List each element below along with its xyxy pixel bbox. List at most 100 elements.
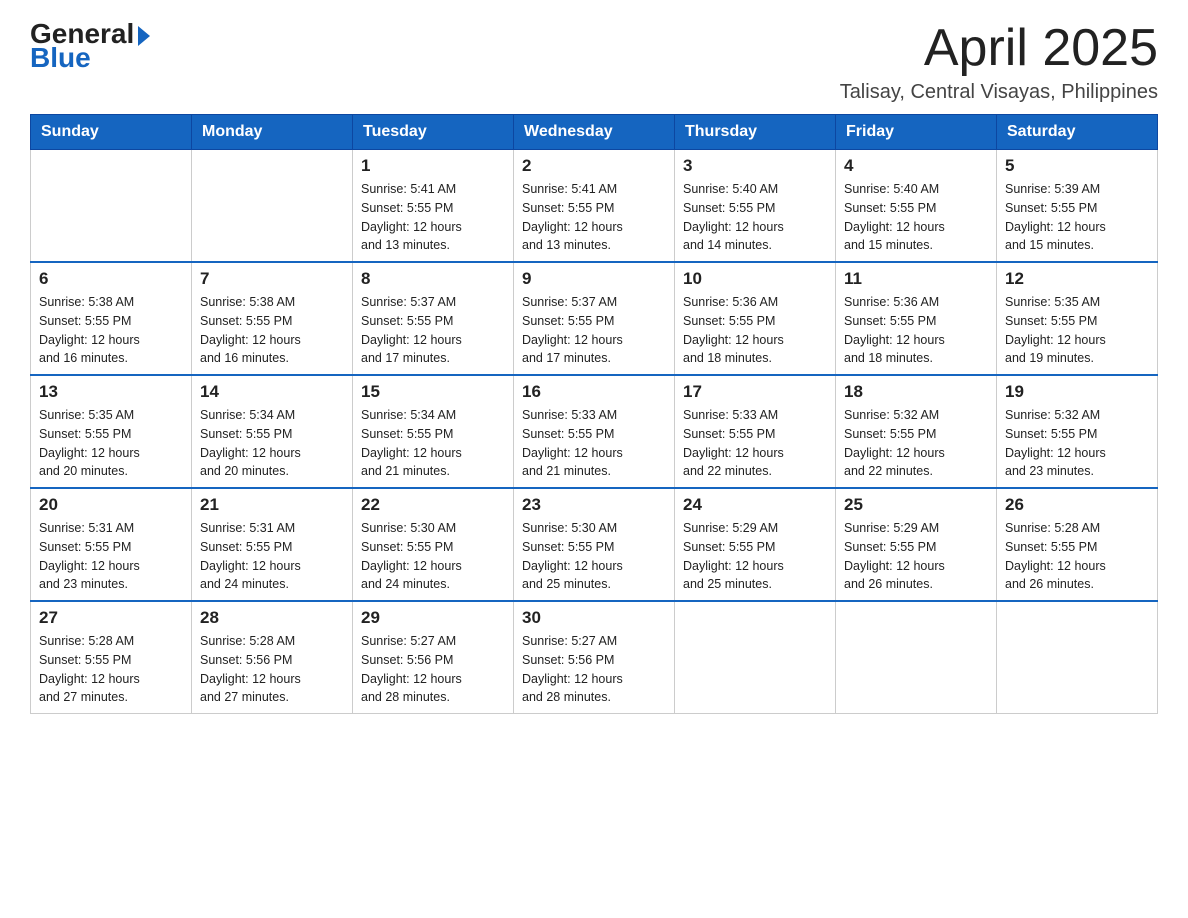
day-info-13: Sunrise: 5:35 AM Sunset: 5:55 PM Dayligh… — [39, 406, 183, 481]
cell-week3-day7: 19 Sunrise: 5:32 AM Sunset: 5:55 PM Dayli… — [997, 375, 1158, 488]
day-info-12: Sunrise: 5:35 AM Sunset: 5:55 PM Dayligh… — [1005, 293, 1149, 368]
cell-week3-day4: 16 Sunrise: 5:33 AM Sunset: 5:55 PM Dayli… — [514, 375, 675, 488]
cell-week4-day3: 22 Sunrise: 5:30 AM Sunset: 5:55 PM Dayli… — [353, 488, 514, 601]
cell-week3-day6: 18 Sunrise: 5:32 AM Sunset: 5:55 PM Dayli… — [836, 375, 997, 488]
day-info-20: Sunrise: 5:31 AM Sunset: 5:55 PM Dayligh… — [39, 519, 183, 594]
header-sunday: Sunday — [31, 115, 192, 150]
cell-week1-day7: 5 Sunrise: 5:39 AM Sunset: 5:55 PM Daylig… — [997, 150, 1158, 263]
day-number-25: 25 — [844, 495, 988, 515]
cell-week1-day3: 1 Sunrise: 5:41 AM Sunset: 5:55 PM Daylig… — [353, 150, 514, 263]
day-info-8: Sunrise: 5:37 AM Sunset: 5:55 PM Dayligh… — [361, 293, 505, 368]
day-info-25: Sunrise: 5:29 AM Sunset: 5:55 PM Dayligh… — [844, 519, 988, 594]
logo: General Blue — [30, 20, 150, 72]
cell-week4-day6: 25 Sunrise: 5:29 AM Sunset: 5:55 PM Dayli… — [836, 488, 997, 601]
day-number-16: 16 — [522, 382, 666, 402]
header-thursday: Thursday — [675, 115, 836, 150]
week-row-3: 13Sunrise: 5:35 AM Sunset: 5:55 PM Dayli… — [31, 375, 1158, 488]
cell-week3-day2: 14 Sunrise: 5:34 AM Sunset: 5:55 PM Dayli… — [192, 375, 353, 488]
main-title: April 2025 — [840, 20, 1158, 77]
day-number-17: 17 — [683, 382, 827, 402]
day-info-1: Sunrise: 5:41 AM Sunset: 5:55 PM Dayligh… — [361, 180, 505, 255]
day-info-2: Sunrise: 5:41 AM Sunset: 5:55 PM Dayligh… — [522, 180, 666, 255]
day-number-9: 9 — [522, 269, 666, 289]
day-number-12: 12 — [1005, 269, 1149, 289]
cell-week1-day2 — [192, 150, 353, 263]
header-friday: Friday — [836, 115, 997, 150]
cell-week2-day7: 12 Sunrise: 5:35 AM Sunset: 5:55 PM Dayli… — [997, 262, 1158, 375]
day-info-27: Sunrise: 5:28 AM Sunset: 5:55 PM Dayligh… — [39, 632, 183, 707]
week-row-1: 1 Sunrise: 5:41 AM Sunset: 5:55 PM Daylig… — [31, 150, 1158, 263]
day-number-6: 6 — [39, 269, 183, 289]
day-number-2: 2 — [522, 156, 666, 176]
day-number-4: 4 — [844, 156, 988, 176]
day-info-14: Sunrise: 5:34 AM Sunset: 5:55 PM Dayligh… — [200, 406, 344, 481]
cell-week5-day4: 30 Sunrise: 5:27 AM Sunset: 5:56 PM Dayli… — [514, 601, 675, 714]
cell-week5-day7 — [997, 601, 1158, 714]
day-info-15: Sunrise: 5:34 AM Sunset: 5:55 PM Dayligh… — [361, 406, 505, 481]
header-tuesday: Tuesday — [353, 115, 514, 150]
day-number-1: 1 — [361, 156, 505, 176]
cell-week4-day4: 23Sunrise: 5:30 AM Sunset: 5:55 PM Dayli… — [514, 488, 675, 601]
day-number-30: 30 — [522, 608, 666, 628]
day-info-19: Sunrise: 5:32 AM Sunset: 5:55 PM Dayligh… — [1005, 406, 1149, 481]
cell-week2-day5: 10Sunrise: 5:36 AM Sunset: 5:55 PM Dayli… — [675, 262, 836, 375]
day-info-22: Sunrise: 5:30 AM Sunset: 5:55 PM Dayligh… — [361, 519, 505, 594]
day-number-15: 15 — [361, 382, 505, 402]
day-number-24: 24 — [683, 495, 827, 515]
week-row-2: 6 Sunrise: 5:38 AM Sunset: 5:55 PM Daylig… — [31, 262, 1158, 375]
day-info-30: Sunrise: 5:27 AM Sunset: 5:56 PM Dayligh… — [522, 632, 666, 707]
subtitle: Talisay, Central Visayas, Philippines — [840, 81, 1158, 104]
logo-blue-text: Blue — [30, 44, 91, 72]
day-number-28: 28 — [200, 608, 344, 628]
cell-week2-day4: 9 Sunrise: 5:37 AM Sunset: 5:55 PM Daylig… — [514, 262, 675, 375]
day-info-11: Sunrise: 5:36 AM Sunset: 5:55 PM Dayligh… — [844, 293, 988, 368]
cell-week1-day4: 2 Sunrise: 5:41 AM Sunset: 5:55 PM Daylig… — [514, 150, 675, 263]
day-number-3: 3 — [683, 156, 827, 176]
header-wednesday: Wednesday — [514, 115, 675, 150]
calendar-table: SundayMondayTuesdayWednesdayThursdayFrid… — [30, 114, 1158, 714]
day-info-5: Sunrise: 5:39 AM Sunset: 5:55 PM Dayligh… — [1005, 180, 1149, 255]
day-number-20: 20 — [39, 495, 183, 515]
cell-week2-day6: 11 Sunrise: 5:36 AM Sunset: 5:55 PM Dayli… — [836, 262, 997, 375]
day-number-14: 14 — [200, 382, 344, 402]
day-number-5: 5 — [1005, 156, 1149, 176]
day-info-6: Sunrise: 5:38 AM Sunset: 5:55 PM Dayligh… — [39, 293, 183, 368]
day-info-4: Sunrise: 5:40 AM Sunset: 5:55 PM Dayligh… — [844, 180, 988, 255]
day-number-23: 23 — [522, 495, 666, 515]
day-info-16: Sunrise: 5:33 AM Sunset: 5:55 PM Dayligh… — [522, 406, 666, 481]
day-info-21: Sunrise: 5:31 AM Sunset: 5:55 PM Dayligh… — [200, 519, 344, 594]
cell-week2-day3: 8 Sunrise: 5:37 AM Sunset: 5:55 PM Daylig… — [353, 262, 514, 375]
cell-week5-day6 — [836, 601, 997, 714]
cell-week5-day3: 29Sunrise: 5:27 AM Sunset: 5:56 PM Dayli… — [353, 601, 514, 714]
header-row: SundayMondayTuesdayWednesdayThursdayFrid… — [31, 115, 1158, 150]
day-info-26: Sunrise: 5:28 AM Sunset: 5:55 PM Dayligh… — [1005, 519, 1149, 594]
day-info-29: Sunrise: 5:27 AM Sunset: 5:56 PM Dayligh… — [361, 632, 505, 707]
cell-week2-day1: 6 Sunrise: 5:38 AM Sunset: 5:55 PM Daylig… — [31, 262, 192, 375]
cell-week5-day1: 27Sunrise: 5:28 AM Sunset: 5:55 PM Dayli… — [31, 601, 192, 714]
cell-week4-day5: 24 Sunrise: 5:29 AM Sunset: 5:55 PM Dayli… — [675, 488, 836, 601]
day-number-26: 26 — [1005, 495, 1149, 515]
cell-week3-day3: 15 Sunrise: 5:34 AM Sunset: 5:55 PM Dayli… — [353, 375, 514, 488]
day-number-19: 19 — [1005, 382, 1149, 402]
calendar-header: SundayMondayTuesdayWednesdayThursdayFrid… — [31, 115, 1158, 150]
day-info-7: Sunrise: 5:38 AM Sunset: 5:55 PM Dayligh… — [200, 293, 344, 368]
day-number-8: 8 — [361, 269, 505, 289]
cell-week3-day5: 17Sunrise: 5:33 AM Sunset: 5:55 PM Dayli… — [675, 375, 836, 488]
day-number-22: 22 — [361, 495, 505, 515]
cell-week1-day1 — [31, 150, 192, 263]
cell-week4-day2: 21Sunrise: 5:31 AM Sunset: 5:55 PM Dayli… — [192, 488, 353, 601]
header-saturday: Saturday — [997, 115, 1158, 150]
logo-arrow-icon — [138, 26, 150, 46]
day-info-28: Sunrise: 5:28 AM Sunset: 5:56 PM Dayligh… — [200, 632, 344, 707]
day-info-3: Sunrise: 5:40 AM Sunset: 5:55 PM Dayligh… — [683, 180, 827, 255]
day-number-10: 10 — [683, 269, 827, 289]
day-number-11: 11 — [844, 269, 988, 289]
header-monday: Monday — [192, 115, 353, 150]
day-info-9: Sunrise: 5:37 AM Sunset: 5:55 PM Dayligh… — [522, 293, 666, 368]
day-info-18: Sunrise: 5:32 AM Sunset: 5:55 PM Dayligh… — [844, 406, 988, 481]
cell-week2-day2: 7Sunrise: 5:38 AM Sunset: 5:55 PM Daylig… — [192, 262, 353, 375]
day-info-24: Sunrise: 5:29 AM Sunset: 5:55 PM Dayligh… — [683, 519, 827, 594]
day-number-18: 18 — [844, 382, 988, 402]
cell-week5-day2: 28 Sunrise: 5:28 AM Sunset: 5:56 PM Dayli… — [192, 601, 353, 714]
cell-week1-day5: 3 Sunrise: 5:40 AM Sunset: 5:55 PM Daylig… — [675, 150, 836, 263]
